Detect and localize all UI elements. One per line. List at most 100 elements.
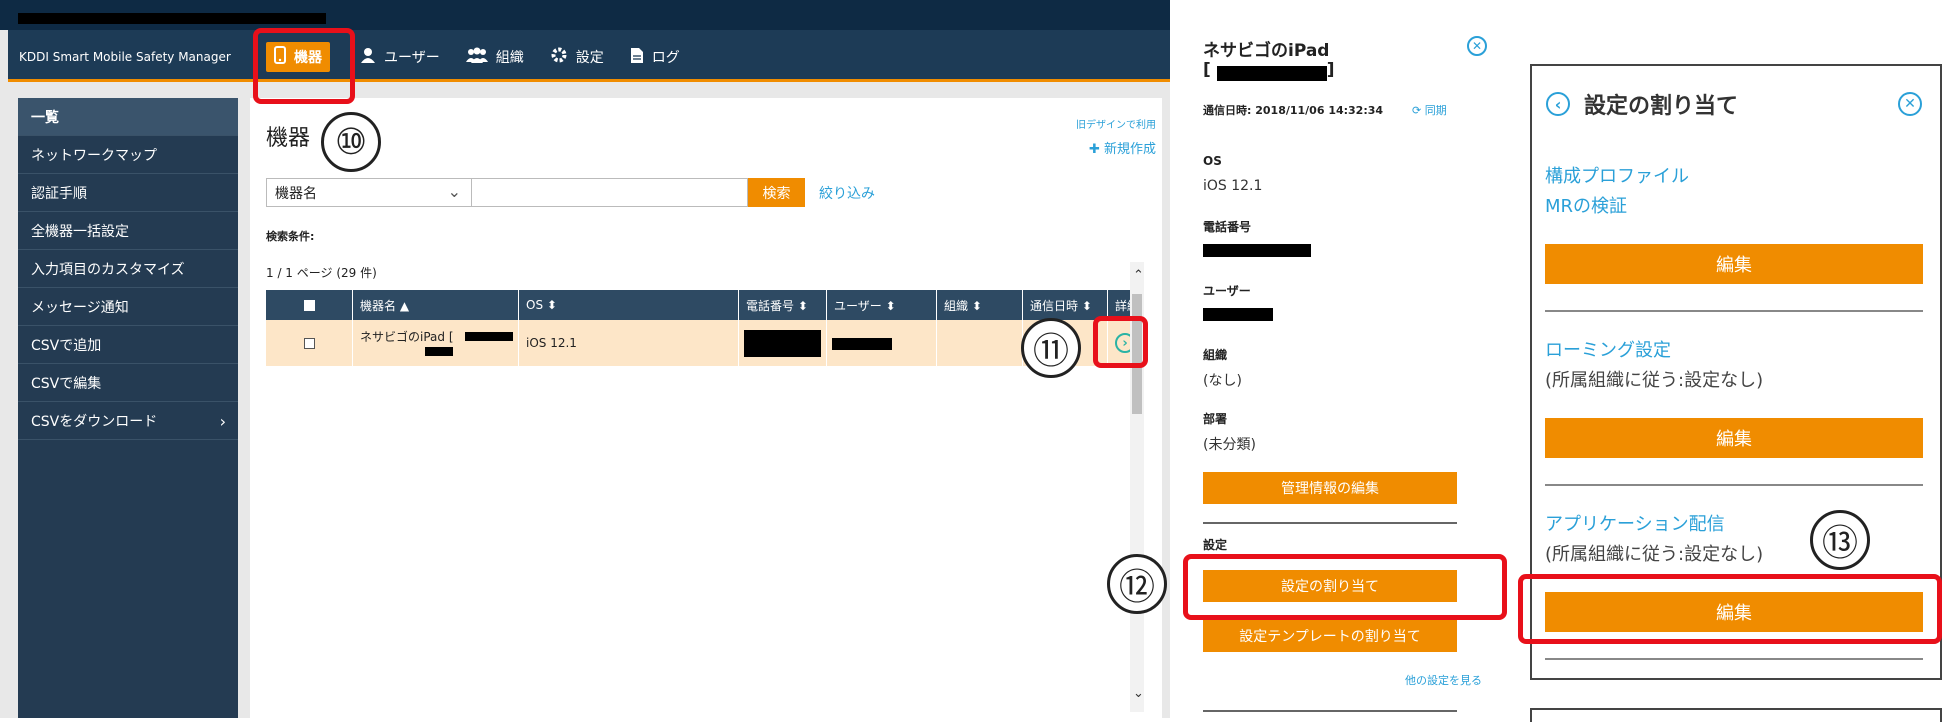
edit-roaming-button[interactable]: 編集 — [1545, 418, 1923, 458]
sync-link[interactable]: ⟳ 同期 — [1412, 102, 1447, 118]
sidebar-item-customize-fields[interactable]: 入力項目のカスタマイズ — [18, 250, 238, 288]
sidebar-item-csv-download[interactable]: CSVをダウンロード › — [18, 402, 238, 440]
sidebar-item-list[interactable]: 一覧 — [18, 98, 238, 136]
nav-settings-label: 設定 — [575, 50, 604, 66]
mr-verify-link[interactable]: MRの検証 — [1545, 192, 1627, 218]
os-label: OS — [1203, 154, 1222, 168]
phone-label: 電話番号 — [1203, 220, 1252, 234]
device-table: 機器名 ▲ OS ⬍ 電話番号 ⬍ ユーザー ⬍ 組織 ⬍ 通信日時 ⬍ 詳細 … — [266, 290, 1142, 366]
table-header: 機器名 ▲ OS ⬍ 電話番号 ⬍ ユーザー ⬍ 組織 ⬍ 通信日時 ⬍ 詳細 — [266, 290, 1142, 320]
os-value: iOS 12.1 — [1203, 178, 1263, 194]
redacted-serial — [1217, 66, 1327, 81]
app-distribution-link[interactable]: アプリケーション配信 — [1545, 510, 1725, 536]
col-os[interactable]: OS ⬍ — [519, 290, 739, 320]
cell-os: iOS 12.1 — [519, 320, 739, 366]
search-input[interactable] — [472, 178, 748, 207]
sidebar-item-message-notify[interactable]: メッセージ通知 — [18, 288, 238, 326]
new-create-link[interactable]: ✚ 新規作成 — [1089, 138, 1156, 157]
nav-logs-label: ログ — [651, 50, 680, 66]
nav-logs[interactable]: ログ — [630, 42, 680, 72]
filter-link[interactable]: 絞り込み — [819, 183, 875, 203]
back-icon[interactable]: ‹ — [1546, 92, 1570, 116]
col-org[interactable]: 組織 ⬍ — [937, 290, 1023, 320]
scroll-up-icon[interactable]: ⌃ — [1133, 268, 1144, 283]
gear-icon — [550, 46, 568, 68]
redacted-user — [832, 338, 892, 350]
main-content: 機器 旧デザインで利用 ✚ 新規作成 機器名 ⌄ 検索 絞り込み 検索条件: 1… — [250, 98, 1162, 718]
highlight-box-assign-settings — [1183, 554, 1507, 620]
sidebar-item-network-map[interactable]: ネットワークマップ — [18, 136, 238, 174]
search-field-select[interactable]: 機器名 ⌄ — [266, 178, 472, 207]
col-device-name[interactable]: 機器名 ▲ — [353, 290, 519, 320]
nav-organizations[interactable]: 組織 — [465, 42, 524, 72]
dept-value: (未分類) — [1203, 437, 1256, 453]
app-header: KDDI Smart Mobile Safety Manager 機器 ユーザー… — [8, 30, 1170, 82]
assign-template-button[interactable]: 設定テンプレートの割り当て — [1203, 620, 1457, 652]
redacted-text — [465, 332, 513, 341]
sync-label: 同期 — [1424, 104, 1447, 117]
row-checkbox-cell — [266, 320, 353, 366]
close-icon[interactable]: ✕ — [1898, 92, 1922, 116]
device-name-text: ネサビゴのiPad [ — [360, 330, 454, 344]
user-icon — [360, 47, 376, 67]
row-checkbox[interactable] — [303, 337, 315, 349]
sidebar-item-label: ネットワークマップ — [31, 147, 157, 164]
close-icon[interactable]: ✕ — [1467, 36, 1487, 56]
sidebar-item-auth-steps[interactable]: 認証手順 — [18, 174, 238, 212]
pager-text: 1 / 1 ページ (29 件) — [266, 266, 377, 280]
search-conditions-label: 検索条件: — [266, 230, 315, 243]
chevron-down-icon: ⌄ — [447, 182, 461, 201]
select-all-checkbox-cell — [266, 290, 353, 320]
document-icon — [630, 47, 644, 68]
col-user[interactable]: ユーザー ⬍ — [827, 290, 937, 320]
old-design-link[interactable]: 旧デザインで利用 — [1076, 116, 1156, 131]
nav-users[interactable]: ユーザー — [360, 42, 440, 72]
settings-label: 設定 — [1203, 538, 1228, 552]
brand-name: KDDI Smart Mobile Safety Manager — [19, 50, 231, 64]
cell-device-name: ネサビゴのiPad [ — [353, 320, 519, 366]
sidebar-item-label: CSVで編集 — [31, 375, 102, 392]
plus-icon: ✚ — [1088, 142, 1104, 157]
highlight-box-edit-app — [1518, 574, 1942, 644]
config-profile-link[interactable]: 構成プロファイル — [1545, 162, 1689, 188]
col-phone[interactable]: 電話番号 ⬍ — [739, 290, 827, 320]
org-label: 組織 — [1203, 348, 1228, 362]
highlight-box-devices-tab — [253, 28, 355, 104]
redacted-title — [18, 13, 326, 24]
chevron-right-icon: › — [219, 412, 226, 431]
nav-settings[interactable]: 設定 — [550, 42, 604, 72]
edit-profile-button[interactable]: 編集 — [1545, 244, 1923, 284]
next-panel-edge — [1530, 708, 1942, 722]
table-row[interactable]: ネサビゴのiPad [ iOS 12.1 2日前 › — [266, 320, 1142, 366]
dept-label: 部署 — [1203, 412, 1228, 426]
col-comm-date[interactable]: 通信日時 ⬍ — [1023, 290, 1108, 320]
device-name-heading: ネサビゴのiPad — [1203, 41, 1330, 61]
sidebar-item-label: メッセージ通知 — [31, 299, 129, 316]
roaming-link[interactable]: ローミング設定 — [1545, 336, 1671, 362]
search-button[interactable]: 検索 — [748, 178, 805, 207]
sidebar-item-bulk-settings[interactable]: 全機器一括設定 — [18, 212, 238, 250]
sidebar-item-label: 全機器一括設定 — [31, 223, 129, 240]
user-label: ユーザー — [1203, 284, 1251, 298]
page-title: 機器 — [266, 126, 311, 151]
scroll-down-icon[interactable]: ⌄ — [1133, 686, 1144, 701]
annotation-number-13: ⑬ — [1810, 510, 1870, 570]
app-window: KDDI Smart Mobile Safety Manager 機器 ユーザー… — [0, 0, 1170, 718]
refresh-icon: ⟳ — [1412, 104, 1425, 117]
select-all-checkbox[interactable] — [303, 299, 315, 311]
redacted-phone — [1203, 244, 1311, 257]
sidebar-item-label: 認証手順 — [31, 185, 87, 202]
org-value: (なし) — [1203, 373, 1242, 389]
divider — [1203, 710, 1457, 712]
annotation-number-12: ⑫ — [1107, 554, 1167, 614]
more-settings-link[interactable]: 他の設定を見る — [1405, 672, 1482, 688]
divider — [1545, 310, 1923, 312]
sidebar-item-csv-edit[interactable]: CSVで編集 — [18, 364, 238, 402]
sidebar-item-csv-add[interactable]: CSVで追加 — [18, 326, 238, 364]
nav-organizations-label: 組織 — [495, 50, 524, 66]
edit-management-button[interactable]: 管理情報の編集 — [1203, 472, 1457, 504]
app-distribution-status: (所属組織に従う:設定なし) — [1545, 544, 1764, 565]
sidebar: 一覧 ネットワークマップ 認証手順 全機器一括設定 入力項目のカスタマイズ メッ… — [18, 98, 238, 718]
annotation-number-11: ⑪ — [1021, 318, 1081, 378]
divider — [1203, 522, 1457, 524]
